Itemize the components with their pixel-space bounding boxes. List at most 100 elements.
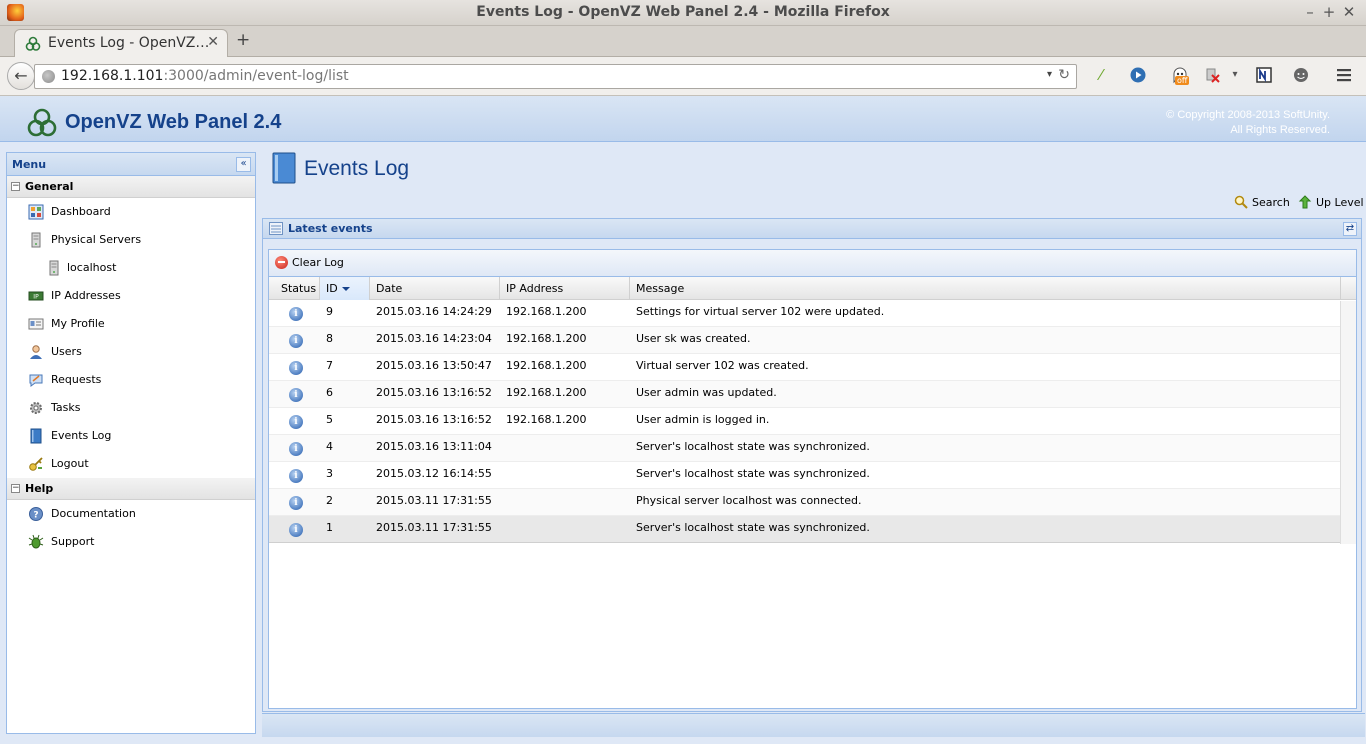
menu-item-label: Support (51, 535, 95, 548)
tab-label: Events Log - OpenVZ… (48, 35, 210, 51)
collapse-toggle-icon[interactable]: − (11, 484, 20, 493)
grid-toolbar: Clear Log (269, 250, 1356, 277)
url-history-dropdown[interactable]: ▾ (1047, 69, 1052, 80)
menu-title: Menu (12, 158, 47, 171)
menu-panel: Menu « − General Dashboard Physical Serv… (6, 152, 256, 734)
dashboard-icon (28, 204, 44, 220)
note-icon[interactable] (1255, 66, 1273, 84)
maximize-button[interactable]: + (1319, 3, 1339, 21)
message-cell: Physical server localhost was connected. (636, 494, 862, 507)
menu-item-label: Users (51, 345, 82, 358)
blocker-icon[interactable] (1203, 66, 1221, 84)
id-cell: 2 (326, 494, 333, 507)
url-text[interactable]: 192.168.1.101:3000/admin/event-log/list (61, 68, 349, 84)
id-cell: 9 (326, 305, 333, 318)
chat-icon[interactable] (1292, 66, 1310, 84)
table-row[interactable]: i 6 2015.03.16 13:16:52 192.168.1.200 User a… (269, 381, 1341, 408)
search-button[interactable]: Search (1234, 195, 1290, 209)
key-icon (29, 457, 43, 471)
server-icon (49, 260, 59, 276)
ghostery-off-badge: off (1175, 76, 1190, 85)
column-header-message[interactable]: Message (630, 277, 1341, 300)
id-cell: 3 (326, 467, 333, 480)
web-page: OpenVZ Web Panel 2.4 © Copyright 2008-20… (0, 96, 1366, 744)
minimize-button[interactable]: – (1300, 3, 1320, 21)
message-cell: User admin was updated. (636, 386, 777, 399)
book-icon (30, 428, 42, 444)
column-label: Status (281, 282, 317, 295)
menu-item-support[interactable]: Support (7, 528, 255, 556)
message-cell: User admin is logged in. (636, 413, 770, 426)
table-row[interactable]: i 7 2015.03.16 13:50:47 192.168.1.200 Virtua… (269, 354, 1341, 381)
copyright-line: © Copyright 2008-2013 SoftUnity. (1166, 109, 1330, 121)
column-header-ip-address[interactable]: IP Address (500, 277, 630, 300)
new-tab-button[interactable]: + (236, 30, 250, 50)
table-row[interactable]: i 4 2015.03.16 13:11:04 Server's localhost … (269, 435, 1341, 462)
date-cell: 2015.03.16 13:11:04 (376, 440, 492, 453)
menu-item-physical-servers[interactable]: Physical Servers (7, 226, 255, 254)
tab-close-icon[interactable]: ✕ (207, 34, 219, 50)
collapse-toggle-icon[interactable]: − (11, 182, 20, 191)
svg-text:IP: IP (33, 294, 39, 301)
menu-item-documentation[interactable]: ? Documentation (7, 500, 255, 528)
menu-item-my-profile[interactable]: My Profile (7, 310, 255, 338)
menu-item-localhost[interactable]: localhost (7, 254, 255, 282)
grid-scrollbar[interactable] (1340, 301, 1356, 544)
table-row[interactable]: i 9 2015.03.16 14:24:29 192.168.1.200 Settin… (269, 300, 1341, 327)
ghostery-icon[interactable]: off (1167, 66, 1193, 85)
menu-item-users[interactable]: Users (7, 338, 255, 366)
tab-events-log[interactable]: Events Log - OpenVZ… ✕ (14, 29, 228, 57)
menu-item-logout[interactable]: Logout (7, 450, 255, 478)
copyright-notice: © Copyright 2008-2013 SoftUnity. All Rig… (1166, 108, 1330, 138)
openvz-favicon-icon (25, 36, 41, 51)
refresh-icon[interactable]: ⇄ (1343, 222, 1357, 236)
panel-header: Latest events ⇄ (263, 219, 1361, 239)
panel-title: Latest events (288, 222, 373, 235)
list-icon (269, 222, 283, 235)
help-icon: ? (29, 507, 43, 521)
column-header-id[interactable]: ID (320, 277, 370, 300)
date-cell: 2015.03.16 13:50:47 (376, 359, 492, 372)
column-header-date[interactable]: Date (370, 277, 500, 300)
clear-log-button[interactable]: Clear Log (275, 256, 344, 269)
dropdown-icon[interactable]: ▾ (1226, 66, 1244, 84)
hamburger-menu-icon[interactable] (1335, 66, 1353, 84)
table-row[interactable]: i 3 2015.03.12 16:14:55 Server's localhost … (269, 462, 1341, 489)
app-header: OpenVZ Web Panel 2.4 © Copyright 2008-20… (0, 96, 1366, 142)
url-bar[interactable]: 192.168.1.101:3000/admin/event-log/list … (34, 64, 1077, 89)
menu-item-requests[interactable]: Requests (7, 366, 255, 394)
menu-item-events-log[interactable]: Events Log (7, 422, 255, 450)
users-icon (30, 345, 42, 359)
collapse-menu-icon[interactable]: « (236, 157, 251, 172)
table-row[interactable]: i 8 2015.03.16 14:23:04 192.168.1.200 User s… (269, 327, 1341, 354)
date-cell: 2015.03.12 16:14:55 (376, 467, 492, 480)
brand-title: OpenVZ Web Panel 2.4 (65, 111, 282, 133)
menu-item-dashboard[interactable]: Dashboard (7, 198, 255, 226)
menu-group-general[interactable]: − General (7, 176, 255, 198)
date-cell: 2015.03.16 13:16:52 (376, 386, 492, 399)
table-row[interactable]: i 1 2015.03.11 17:31:55 Server's localhost … (269, 516, 1341, 543)
table-row[interactable]: i 5 2015.03.16 13:16:52 192.168.1.200 User a… (269, 408, 1341, 435)
menu-group-help[interactable]: − Help (7, 478, 255, 500)
id-cell: 5 (326, 413, 333, 426)
info-icon: i (289, 334, 303, 348)
server-icon (31, 232, 41, 248)
close-window-button[interactable]: ✕ (1339, 3, 1359, 21)
id-cell: 1 (326, 521, 333, 534)
window-title: Events Log - OpenVZ Web Panel 2.4 - Mozi… (476, 4, 890, 20)
play-icon[interactable] (1129, 66, 1147, 84)
menu-group-label: General (25, 180, 74, 193)
up-level-button[interactable]: Up Level (1298, 195, 1364, 209)
date-cell: 2015.03.16 14:24:29 (376, 305, 492, 318)
back-button[interactable]: ← (7, 62, 35, 90)
info-icon: i (289, 496, 303, 510)
table-row[interactable]: i 2 2015.03.11 17:31:55 Physical server loc… (269, 489, 1341, 516)
date-cell: 2015.03.16 14:23:04 (376, 332, 492, 345)
column-header-status[interactable]: Status (269, 277, 320, 300)
menu-item-tasks[interactable]: Tasks (7, 394, 255, 422)
gear-icon (30, 402, 42, 414)
pen-icon[interactable]: ⁄ (1092, 66, 1110, 84)
reload-icon[interactable]: ↻ (1058, 67, 1070, 83)
menu-item-ip-addresses[interactable]: IP IP Addresses (7, 282, 255, 310)
ip-address-icon: IP (28, 291, 44, 301)
